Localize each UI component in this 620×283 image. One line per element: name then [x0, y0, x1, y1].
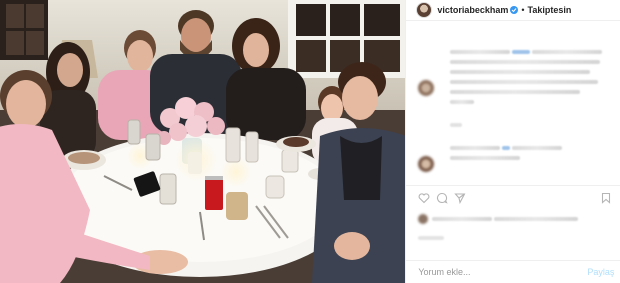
post-photo[interactable]: [0, 0, 406, 283]
liker-avatar: [418, 214, 429, 224]
profile-avatar[interactable]: [416, 2, 433, 18]
coca-cola-can: [205, 176, 223, 210]
follow-button[interactable]: Takiptesin: [528, 5, 572, 15]
heart-icon[interactable]: [418, 192, 430, 204]
comment-icon[interactable]: [436, 192, 449, 204]
action-bar: [406, 189, 620, 207]
bookmark-icon[interactable]: [600, 192, 612, 204]
post-side-panel: victoriabeckham • Takiptesin Yorum ekle.…: [405, 0, 620, 283]
family-dinner-photo: [0, 0, 406, 283]
verified-badge-icon: [510, 6, 519, 14]
caption-avatar: [418, 80, 435, 96]
username-link[interactable]: victoriabeckham: [437, 5, 508, 15]
header-separator: •: [521, 5, 525, 15]
share-icon[interactable]: [454, 192, 466, 204]
actions-divider: [406, 185, 620, 186]
post-comment-button[interactable]: Paylaş: [587, 267, 614, 277]
comment-input[interactable]: Yorum ekle...: [418, 267, 470, 277]
post-header: victoriabeckham • Takiptesin: [406, 0, 620, 21]
instagram-post: victoriabeckham • Takiptesin Yorum ekle.…: [0, 0, 620, 283]
comment-bar: Yorum ekle... Paylaş: [406, 261, 620, 283]
comment-avatar: [418, 156, 435, 172]
